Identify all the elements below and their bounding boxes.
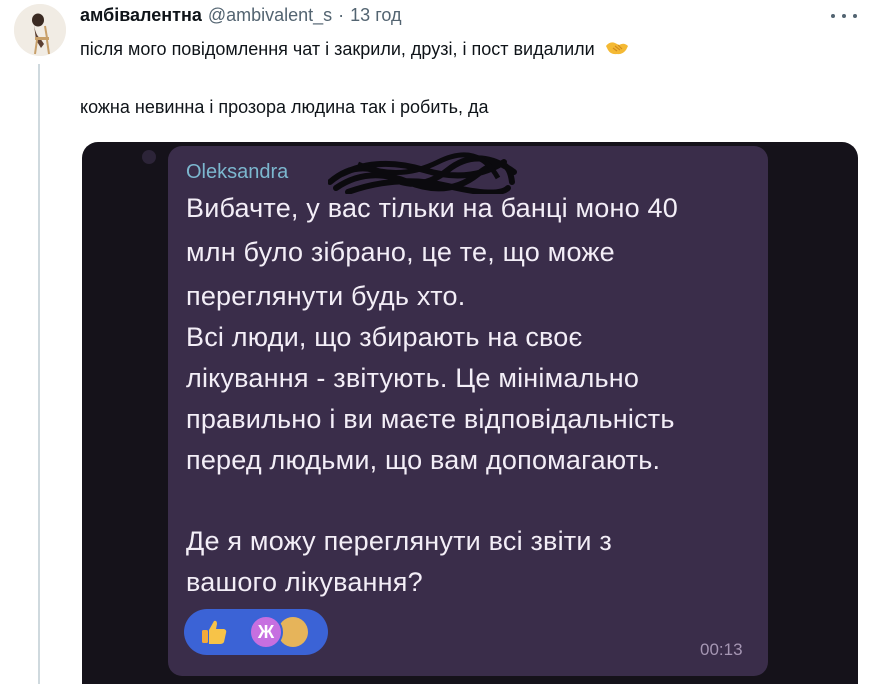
message-line: Де я можу переглянути всі звіти з xyxy=(186,526,612,556)
message-sender: Oleksandra xyxy=(186,161,289,183)
thread-line xyxy=(38,64,40,684)
timestamp[interactable]: 13 год xyxy=(350,5,401,26)
tweet-media[interactable]: Oleksandra Вибачте, у вас тільки на банц… xyxy=(82,142,858,684)
message-line: Вибачте, у вас тільки на банці моно 40 xyxy=(186,193,678,223)
tweet-header: амбівалентна @ambivalent_s · 13 год xyxy=(80,5,401,27)
user-handle[interactable]: @ambivalent_s xyxy=(208,5,332,26)
redaction-scribble xyxy=(328,152,517,194)
reactions-pill: Ж xyxy=(184,609,328,655)
message-line: млн було зібрано, це те, що може xyxy=(186,237,615,267)
tweet-text: після мого повідомлення чат і закрили, д… xyxy=(80,39,595,59)
avatar-image xyxy=(14,4,66,56)
message-time: 00:13 xyxy=(700,640,743,659)
handshake-emoji-icon xyxy=(604,38,630,63)
thumbs-up-icon xyxy=(198,616,230,648)
more-options-icon[interactable] xyxy=(831,6,857,26)
message-line: лікування - звітують. Це мінімально xyxy=(186,363,640,393)
tweet[interactable]: амбівалентна @ambivalent_s · 13 год післ… xyxy=(0,0,883,684)
zh-avatar: Ж xyxy=(249,615,283,649)
message-line: вашого лікування? xyxy=(186,567,423,597)
separator: · xyxy=(338,5,345,25)
tweet-text-line: після мого повідомлення чат і закрили, д… xyxy=(80,38,630,63)
bubble-avatar-dot xyxy=(142,150,156,164)
message-line: правильно і ви маєте відповідальність xyxy=(186,404,675,434)
message-line: Всі люди, що збирають на своє xyxy=(186,322,583,352)
display-name[interactable]: амбівалентна xyxy=(80,5,202,26)
message-line: перед людьми, що вам допомагають. xyxy=(186,445,661,475)
tweet-text-line-2: кожна невинна і прозора людина так і роб… xyxy=(80,97,489,117)
avatar[interactable] xyxy=(14,4,66,56)
message-line: переглянути будь хто. xyxy=(186,281,466,311)
